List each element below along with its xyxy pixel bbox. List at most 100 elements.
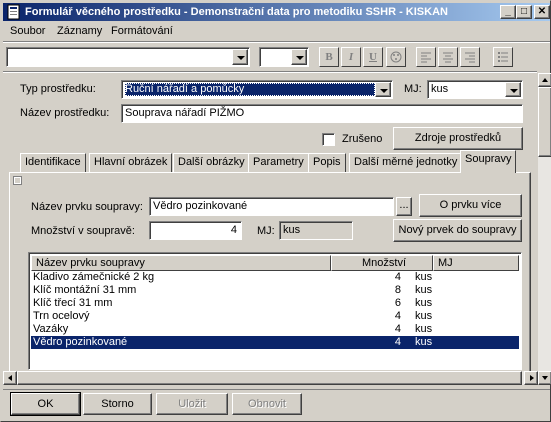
new-item-button[interactable]: Nový prvek do soupravy bbox=[393, 219, 522, 242]
row-unit: kus bbox=[415, 271, 433, 283]
row-name: Vědro pozinkované bbox=[33, 336, 128, 348]
menu-soubor[interactable]: Soubor bbox=[10, 25, 45, 37]
menu-formatovani[interactable]: Formátování bbox=[111, 25, 173, 37]
table-row[interactable]: Trn ocelový 4 kus bbox=[31, 310, 519, 323]
tab-hlavni-obrazek[interactable]: Hlavní obrázek bbox=[89, 153, 173, 172]
chevron-down-icon[interactable] bbox=[291, 49, 307, 65]
scroll-up-icon[interactable] bbox=[538, 73, 551, 87]
row-unit: kus bbox=[415, 323, 433, 335]
align-right-icon bbox=[465, 52, 475, 63]
unit-value: kus bbox=[431, 83, 449, 95]
tab-dalsi-obrazky[interactable]: Další obrázky bbox=[173, 153, 250, 172]
underline-button[interactable]: U bbox=[363, 47, 383, 67]
name-input[interactable]: Souprava nářadí PIŽMO bbox=[121, 104, 523, 123]
table-row[interactable]: Vazáky 4 kus bbox=[31, 323, 519, 336]
column-header-unit[interactable]: MJ bbox=[433, 255, 519, 271]
type-value: Ruční nářadí a pomůcky bbox=[125, 83, 245, 95]
table-row[interactable]: Kladivo zámečnické 2 kg 4 kus bbox=[31, 271, 519, 284]
row-name: Trn ocelový bbox=[33, 310, 90, 322]
quantity-input[interactable]: 4 bbox=[149, 221, 242, 240]
tab-popis[interactable]: Popis bbox=[308, 153, 346, 172]
align-left-button[interactable] bbox=[416, 47, 436, 67]
row-quantity: 4 bbox=[394, 336, 401, 348]
row-quantity: 6 bbox=[394, 297, 401, 309]
kit-unit-value: kus bbox=[283, 224, 301, 236]
quantity-label: Množství v soupravě: bbox=[31, 225, 135, 237]
form-vertical-scrollbar[interactable] bbox=[538, 73, 551, 385]
row-name: Klíč montážní 31 mm bbox=[33, 284, 137, 296]
minimize-button[interactable]: _ bbox=[500, 5, 516, 19]
table-row[interactable]: Klíč třecí 31 mm 6 kus bbox=[31, 297, 519, 310]
row-unit: kus bbox=[415, 336, 433, 348]
menu-bar: Soubor Záznamy Formátování bbox=[3, 22, 550, 41]
tab-dalsi-merne-jednotky[interactable]: Další měrné jednotky bbox=[349, 153, 463, 172]
kit-items-list[interactable]: Název prvku soupravy Množství MJ Kladivo… bbox=[28, 252, 522, 370]
type-select[interactable]: Ruční nářadí a pomůcky bbox=[121, 80, 393, 99]
quantity-value: 4 bbox=[230, 224, 237, 236]
chevron-down-icon[interactable] bbox=[232, 49, 248, 65]
row-quantity: 4 bbox=[394, 323, 401, 335]
scroll-right-icon[interactable] bbox=[524, 371, 538, 385]
row-name: Vazáky bbox=[33, 323, 69, 335]
tab-parametry[interactable]: Parametry bbox=[248, 153, 309, 172]
row-quantity: 4 bbox=[394, 271, 401, 283]
form-horizontal-scrollbar[interactable] bbox=[3, 371, 538, 385]
name-value: Souprava nářadí PIŽMO bbox=[125, 107, 245, 119]
maximize-button[interactable]: □ bbox=[516, 5, 532, 19]
unit-label: MJ: bbox=[404, 83, 422, 95]
save-button[interactable]: Uložit bbox=[156, 393, 228, 415]
window-title: Formulář věcného prostředku - Demonstrač… bbox=[25, 6, 448, 18]
tab-identifikace[interactable]: Identifikace bbox=[20, 153, 86, 172]
bullet-list-icon bbox=[498, 52, 508, 62]
sources-button[interactable]: Zdroje prostředků bbox=[393, 127, 523, 150]
kit-unit-label: MJ: bbox=[257, 225, 275, 237]
title-bar[interactable]: Formulář věcného prostředku - Demonstrač… bbox=[3, 3, 550, 21]
form-window: Formulář věcného prostředku - Demonstrač… bbox=[0, 0, 551, 422]
palette-icon bbox=[390, 51, 402, 63]
cancel-button[interactable]: Storno bbox=[83, 393, 152, 415]
tab-soupravy[interactable]: Soupravy bbox=[460, 150, 517, 173]
record-selector-icon bbox=[13, 176, 22, 185]
align-left-icon bbox=[421, 52, 431, 63]
item-name-value: Vědro pozinkované bbox=[153, 200, 248, 212]
font-name-combo[interactable] bbox=[6, 47, 250, 67]
row-quantity: 4 bbox=[394, 310, 401, 322]
refresh-button[interactable]: Obnovit bbox=[232, 393, 302, 415]
table-row-selected[interactable]: Vědro pozinkované 4 kus bbox=[31, 336, 519, 349]
unit-select[interactable]: kus bbox=[427, 80, 523, 99]
app-icon bbox=[7, 4, 20, 20]
cancelled-checkbox[interactable] bbox=[322, 133, 335, 146]
align-center-button[interactable] bbox=[438, 47, 458, 67]
item-name-input[interactable]: Vědro pozinkované bbox=[149, 197, 394, 216]
name-label: Název prostředku: bbox=[20, 107, 110, 119]
item-more-button[interactable]: O prvku více bbox=[419, 194, 522, 217]
chevron-down-icon[interactable] bbox=[375, 82, 391, 97]
close-button[interactable]: ✕ bbox=[534, 5, 550, 19]
bullet-list-button[interactable] bbox=[493, 47, 513, 67]
item-name-label: Název prvku soupravy: bbox=[31, 201, 143, 213]
scroll-down-icon[interactable] bbox=[538, 371, 551, 385]
color-palette-button[interactable] bbox=[386, 47, 406, 67]
scroll-left-icon[interactable] bbox=[3, 371, 17, 385]
font-size-combo[interactable] bbox=[259, 47, 309, 67]
scroll-thumb[interactable] bbox=[538, 87, 551, 157]
row-unit: kus bbox=[415, 284, 433, 296]
cancelled-label: Zrušeno bbox=[342, 133, 383, 145]
row-name: Klíč třecí 31 mm bbox=[33, 297, 113, 309]
align-right-button[interactable] bbox=[460, 47, 480, 67]
menu-zaznamy[interactable]: Záznamy bbox=[57, 25, 102, 37]
column-header-quantity[interactable]: Množství bbox=[331, 255, 433, 271]
bold-button[interactable]: B bbox=[319, 47, 339, 67]
hscroll-thumb[interactable] bbox=[17, 371, 522, 385]
chevron-down-icon[interactable] bbox=[505, 82, 521, 97]
ok-button[interactable]: OK bbox=[10, 392, 81, 416]
italic-button[interactable]: I bbox=[341, 47, 361, 67]
table-row[interactable]: Klíč montážní 31 mm 8 kus bbox=[31, 284, 519, 297]
type-label: Typ prostředku: bbox=[20, 83, 96, 95]
column-header-name[interactable]: Název prvku soupravy bbox=[31, 255, 331, 271]
row-unit: kus bbox=[415, 310, 433, 322]
row-unit: kus bbox=[415, 297, 433, 309]
browse-button[interactable]: ... bbox=[396, 197, 412, 216]
row-name: Kladivo zámečnické 2 kg bbox=[33, 271, 155, 283]
align-center-icon bbox=[443, 52, 453, 63]
